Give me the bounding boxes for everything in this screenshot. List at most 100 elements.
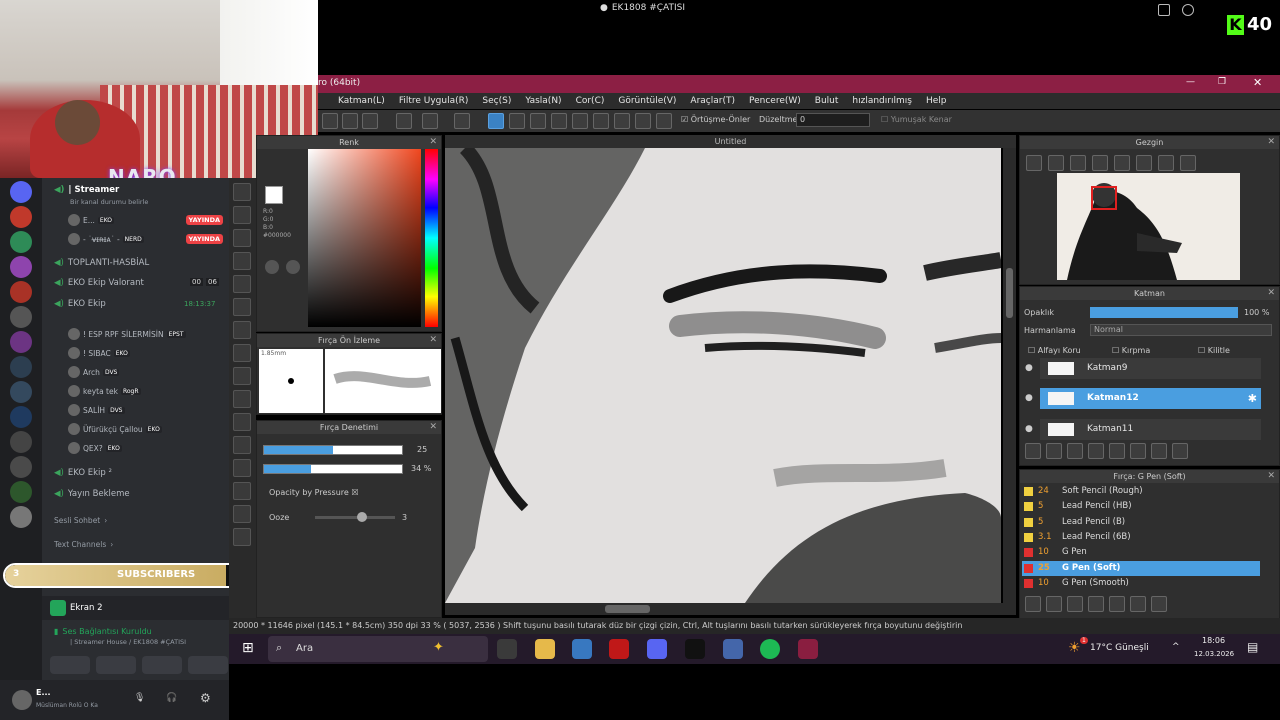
current-color-swatch[interactable] (265, 186, 283, 204)
radial-icon[interactable] (572, 113, 588, 129)
fit-icon[interactable] (1070, 155, 1086, 171)
server-icon[interactable] (10, 506, 32, 528)
server-icon[interactable] (10, 281, 32, 303)
alpha-lock-checkbox[interactable]: ☐ Alfayı Koru (1028, 346, 1081, 355)
delete-brush-icon[interactable] (1151, 596, 1167, 612)
voice-user[interactable]: ! ESP RPF SİLERMİSİN EPST (68, 328, 186, 340)
flip-icon[interactable] (1136, 155, 1152, 171)
tiktok-icon[interactable] (685, 639, 705, 659)
saturation-picker[interactable] (308, 149, 421, 327)
channel-item[interactable]: ◀) TOPLANTI-HASBİAL (54, 258, 149, 268)
clip-checkbox[interactable]: ☐ Kırpma (1112, 346, 1150, 355)
visibility-icon[interactable]: ● (1025, 424, 1033, 434)
merge-icon[interactable] (1130, 443, 1146, 459)
server-icon[interactable] (10, 231, 32, 253)
mic-icon[interactable]: 🎙 (134, 693, 145, 703)
tray-chevron-icon[interactable]: ^ (1172, 642, 1180, 652)
zoom-out-icon[interactable] (1048, 155, 1064, 171)
new-file-icon[interactable] (322, 113, 338, 129)
server-icon[interactable] (10, 481, 32, 503)
share-icon[interactable] (1158, 4, 1170, 16)
channel-item[interactable]: ◀) EKO Ekip (54, 299, 106, 309)
server-icon[interactable] (10, 256, 32, 278)
menu-item[interactable]: hızlandırılmış (852, 96, 912, 106)
server-icon[interactable] (10, 381, 32, 403)
drawing-canvas[interactable] (445, 148, 1001, 603)
blend-select[interactable]: Normal (1090, 324, 1272, 336)
spotify-icon[interactable] (760, 639, 780, 659)
rotate-right-icon[interactable] (1158, 155, 1174, 171)
close-icon[interactable]: ✕ (429, 136, 437, 149)
section-voice[interactable]: Sesli Sohbet › (54, 516, 107, 525)
discord-icon[interactable] (647, 639, 667, 659)
select-tool-icon[interactable] (233, 344, 251, 362)
layer-row-selected[interactable]: Katman12 ✱ (1040, 388, 1261, 409)
add-layer-menu-icon[interactable] (1088, 443, 1104, 459)
menu-item[interactable]: Görüntüle(V) (618, 96, 676, 106)
brush-settings-icon[interactable] (1025, 596, 1041, 612)
palette-icon[interactable] (286, 260, 300, 274)
grid-icon[interactable] (362, 113, 378, 129)
ooze-handle[interactable] (357, 512, 367, 522)
minimize-icon[interactable]: — (1186, 77, 1195, 87)
clock-time[interactable]: 18:06 (1202, 636, 1225, 645)
voice-user[interactable]: Arch DVS (68, 366, 120, 378)
settings-icon[interactable] (656, 113, 672, 129)
redo-icon[interactable] (422, 113, 438, 129)
rect-select-icon[interactable] (233, 206, 251, 224)
channel-item[interactable]: ◀) EKO Ekip ² (54, 468, 112, 478)
weather-icon[interactable]: ☀ (1068, 640, 1081, 656)
curve-icon[interactable] (614, 113, 630, 129)
brush-row[interactable]: 3.1 Lead Pencil (6B) (1022, 530, 1260, 545)
section-text[interactable]: Text Channels › (54, 540, 113, 549)
undo-icon[interactable] (396, 113, 412, 129)
rotate-left-icon[interactable] (1114, 155, 1130, 171)
layout-icon[interactable] (342, 113, 358, 129)
eraser-tool-icon[interactable] (233, 183, 251, 201)
server-icon[interactable] (10, 431, 32, 453)
server-icon[interactable] (10, 406, 32, 428)
restore-icon[interactable]: ❐ (1218, 77, 1226, 87)
server-icon[interactable] (10, 206, 32, 228)
server-icon[interactable] (10, 331, 32, 353)
gradient-tool-icon[interactable] (233, 321, 251, 339)
menu-item[interactable]: Filtre Uygula(R) (399, 96, 469, 106)
visibility-icon[interactable]: ● (1025, 393, 1033, 403)
fill-tool-icon[interactable] (233, 275, 251, 293)
perspective-icon[interactable] (551, 113, 567, 129)
gear-icon[interactable]: ⚙ (200, 691, 211, 705)
lock-checkbox[interactable]: ☐ Kilitle (1198, 346, 1230, 355)
mask-icon[interactable] (1151, 443, 1167, 459)
server-icon[interactable] (10, 181, 32, 203)
layer-row[interactable]: Katman9 (1040, 358, 1261, 379)
live-user[interactable]: E... EKO (68, 214, 115, 226)
smooth-select[interactable]: 0 (796, 113, 870, 127)
voice-user[interactable]: ! SIBAC EKO (68, 347, 130, 359)
brush-size-slider[interactable] (263, 445, 403, 455)
live-user[interactable]: - ˙ᴠ̶ɪ̶ʀ̶ɪ̶ᴀ˙ - NERD (68, 233, 144, 245)
opera-icon[interactable] (609, 639, 629, 659)
voice-user[interactable]: QEX? EKO (68, 442, 122, 454)
activity-button[interactable] (142, 656, 182, 674)
folder-icon[interactable] (1109, 443, 1125, 459)
copy-brush-icon[interactable] (1130, 596, 1146, 612)
zoom-tool-icon[interactable] (233, 528, 251, 546)
palette-icon[interactable] (265, 260, 279, 274)
task-view-icon[interactable] (497, 639, 517, 659)
screen-share-row[interactable]: Ekran 2 (42, 596, 229, 620)
move-tool-icon[interactable] (233, 252, 251, 270)
app-icon[interactable] (572, 639, 592, 659)
server-icon[interactable] (10, 356, 32, 378)
server-icon[interactable] (10, 306, 32, 328)
pen-tool-icon[interactable] (233, 229, 251, 247)
brush-row[interactable]: 5 Lead Pencil (HB) (1022, 499, 1260, 514)
canvas-v-thumb[interactable] (1006, 268, 1013, 318)
close-icon[interactable]: ✕ (429, 421, 437, 434)
ooze-slider[interactable] (315, 512, 395, 522)
close-icon[interactable]: ✕ (1267, 287, 1275, 300)
hue-slider[interactable] (425, 149, 438, 327)
mirror-icon[interactable] (1180, 155, 1196, 171)
bucket-tool-icon[interactable] (233, 298, 251, 316)
wand-tool-icon[interactable] (233, 390, 251, 408)
snap-icon[interactable] (454, 113, 470, 129)
